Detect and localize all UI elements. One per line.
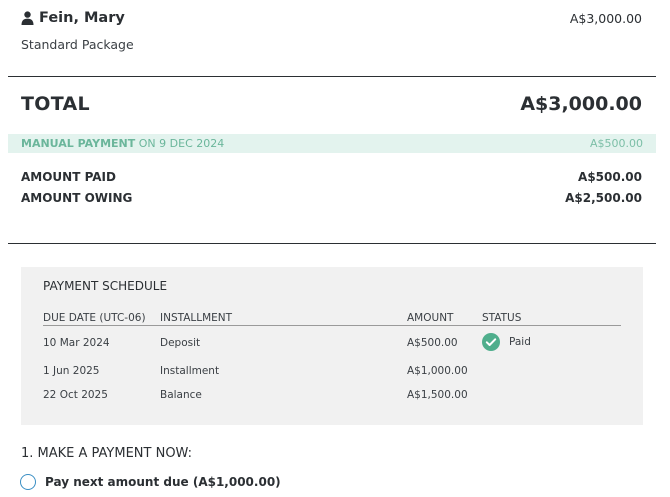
column-header-due-date: DUE DATE (UTC-06)	[43, 312, 146, 324]
schedule-title: PAYMENT SCHEDULE	[43, 279, 168, 293]
payment-record-amount: A$500.00	[589, 137, 643, 150]
payment-date: ON 9 DEC 2024	[138, 137, 225, 150]
pay-next-amount-label[interactable]: Pay next amount due (A$1,000.00)	[45, 475, 281, 489]
table-cell-installment: Installment	[160, 365, 220, 377]
table-cell-due-date: 10 Mar 2024	[43, 337, 110, 349]
pay-next-amount-radio[interactable]	[20, 474, 36, 490]
table-cell-amount: A$1,000.00	[407, 365, 468, 377]
table-cell-installment: Balance	[160, 389, 202, 401]
column-header-amount: AMOUNT	[407, 312, 454, 324]
table-cell-amount: A$1,500.00	[407, 389, 468, 401]
check-circle-icon	[482, 333, 500, 351]
payment-method: MANUAL PAYMENT	[21, 137, 136, 150]
amount-owing-label: AMOUNT OWING	[21, 191, 133, 205]
amount-paid-label: AMOUNT PAID	[21, 170, 116, 184]
package-name: Standard Package	[21, 37, 134, 52]
total-amount: A$3,000.00	[520, 93, 642, 115]
total-label: TOTAL	[21, 93, 90, 115]
customer-amount: A$3,000.00	[569, 11, 642, 26]
divider	[8, 76, 656, 77]
header-divider	[43, 325, 621, 326]
payment-schedule: PAYMENT SCHEDULE DUE DATE (UTC-06) INSTA…	[21, 267, 643, 425]
amount-paid-row: AMOUNT PAID A$500.00	[21, 170, 642, 184]
table-cell-installment: Deposit	[160, 337, 201, 349]
table-cell-status: Paid	[482, 333, 531, 351]
amount-owing-value: A$2,500.00	[565, 191, 642, 205]
payment-record-label: MANUAL PAYMENT ON 9 DEC 2024	[21, 137, 224, 150]
customer-line: Fein, Mary	[21, 10, 125, 26]
column-header-status: STATUS	[482, 312, 522, 324]
make-payment-heading: 1. MAKE A PAYMENT NOW:	[21, 446, 193, 461]
amount-owing-row: AMOUNT OWING A$2,500.00	[21, 191, 642, 205]
divider	[8, 243, 656, 244]
table-cell-due-date: 22 Oct 2025	[43, 389, 108, 401]
person-icon	[21, 11, 34, 25]
pay-next-amount-option[interactable]: Pay next amount due (A$1,000.00)	[20, 474, 281, 490]
table-cell-due-date: 1 Jun 2025	[43, 365, 100, 377]
table-cell-amount: A$500.00	[407, 337, 458, 349]
status-text: Paid	[509, 336, 531, 348]
customer-name: Fein, Mary	[39, 10, 125, 26]
column-header-installment: INSTALLMENT	[160, 312, 233, 324]
payment-record: MANUAL PAYMENT ON 9 DEC 2024 A$500.00	[8, 134, 656, 153]
amount-paid-value: A$500.00	[578, 170, 642, 184]
